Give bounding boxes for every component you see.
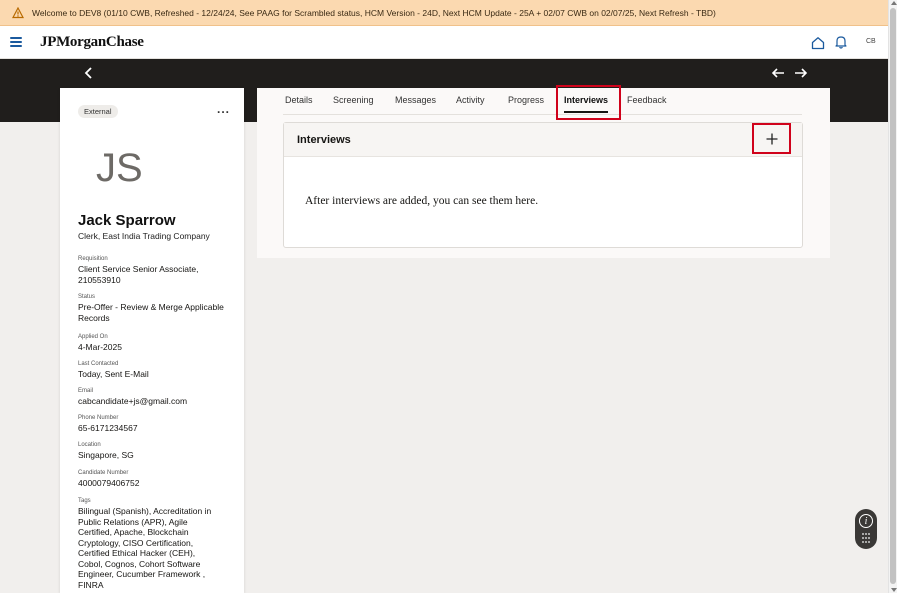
field-label: Phone Number	[78, 415, 119, 421]
tab-bar: Details Screening Messages Activity Prog…	[257, 88, 830, 114]
candidate-avatar: JS	[96, 146, 143, 190]
company-logo[interactable]: JPMorganChase	[40, 34, 144, 51]
tab-screening[interactable]: Screening	[333, 95, 374, 105]
field-value: Pre-Offer - Review & Merge Applicable Re…	[78, 302, 224, 323]
more-actions-icon[interactable]: ...	[217, 102, 230, 116]
keypad-icon[interactable]	[861, 532, 871, 544]
info-icon[interactable]: i	[859, 514, 873, 528]
field-value: 65-6171234567	[78, 423, 138, 433]
field-label: Status	[78, 294, 96, 300]
field-candidate-number: Candidate Number 4000079406752	[78, 470, 228, 489]
tab-progress[interactable]: Progress	[508, 95, 544, 105]
field-email: Email cabcandidate+js@gmail.com	[78, 388, 228, 407]
field-location: Location Singapore, SG	[78, 442, 228, 461]
tab-activity[interactable]: Activity	[456, 95, 485, 105]
home-icon[interactable]	[811, 36, 825, 50]
back-chevron-icon[interactable]	[83, 66, 95, 80]
tab-interviews[interactable]: Interviews	[564, 95, 608, 105]
field-value: Today, Sent E-Mail	[78, 369, 149, 379]
active-tab-indicator	[564, 111, 608, 113]
field-status: Status Pre-Offer - Review & Merge Applic…	[78, 294, 228, 323]
user-avatar[interactable]: CB	[866, 38, 876, 45]
field-label: Candidate Number	[78, 470, 129, 476]
scroll-down-icon[interactable]	[891, 588, 897, 592]
field-value[interactable]: cabcandidate+js@gmail.com	[78, 396, 228, 407]
field-phone-number: Phone Number 65-6171234567	[78, 415, 228, 434]
field-label: Location	[78, 442, 101, 448]
candidate-job-title: Clerk, East India Trading Company	[78, 231, 210, 241]
field-value: 4000079406752	[78, 478, 140, 488]
announcement-banner: Welcome to DEV8 (01/10 CWB, Refreshed - …	[0, 0, 888, 26]
field-value: 4-Mar-2025	[78, 342, 122, 352]
top-navigation-bar: JPMorganChase CB	[0, 26, 888, 59]
tab-messages[interactable]: Messages	[395, 95, 436, 105]
field-applied-on: Applied On 4-Mar-2025	[78, 334, 228, 353]
banner-text: Welcome to DEV8 (01/10 CWB, Refreshed - …	[32, 7, 716, 18]
plus-icon	[766, 133, 777, 144]
tab-feedback[interactable]: Feedback	[627, 95, 667, 105]
previous-arrow-icon[interactable]	[771, 67, 785, 79]
field-value: Bilingual (Spanish), Accreditation in Pu…	[78, 506, 212, 590]
scroll-up-icon[interactable]	[891, 1, 897, 5]
field-label: Requisition	[78, 256, 108, 262]
help-widget[interactable]: i	[855, 509, 877, 549]
field-label: Email	[78, 388, 94, 394]
field-tags: Tags Bilingual (Spanish), Accreditation …	[78, 498, 213, 590]
field-value: Singapore, SG	[78, 450, 134, 460]
field-last-contacted: Last Contacted Today, Sent E-Mail	[78, 361, 228, 380]
field-label: Last Contacted	[78, 361, 119, 367]
interviews-empty-message: After interviews are added, you can see …	[305, 195, 539, 207]
candidate-type-badge: External	[78, 105, 118, 118]
tab-divider	[283, 114, 802, 115]
field-requisition: Requisition Client Service Senior Associ…	[78, 256, 228, 285]
candidate-summary-card: External ... JS Jack Sparrow Clerk, East…	[60, 88, 244, 593]
field-label: Tags	[78, 498, 91, 504]
hamburger-menu-icon[interactable]	[10, 37, 22, 47]
interviews-section-header: Interviews	[284, 123, 802, 157]
tab-details[interactable]: Details	[285, 95, 313, 105]
interviews-section-title: Interviews	[297, 134, 351, 146]
candidate-name: Jack Sparrow	[78, 212, 176, 229]
next-arrow-icon[interactable]	[794, 67, 808, 79]
warning-icon	[12, 6, 24, 18]
field-value: Client Service Senior Associate, 2105539…	[78, 264, 199, 285]
add-interview-button[interactable]	[752, 123, 791, 154]
bell-icon[interactable]	[835, 35, 847, 49]
field-label: Applied On	[78, 334, 108, 340]
page-scrollbar[interactable]	[888, 0, 897, 593]
scrollbar-thumb[interactable]	[890, 8, 896, 584]
interviews-section: Interviews	[283, 122, 803, 248]
